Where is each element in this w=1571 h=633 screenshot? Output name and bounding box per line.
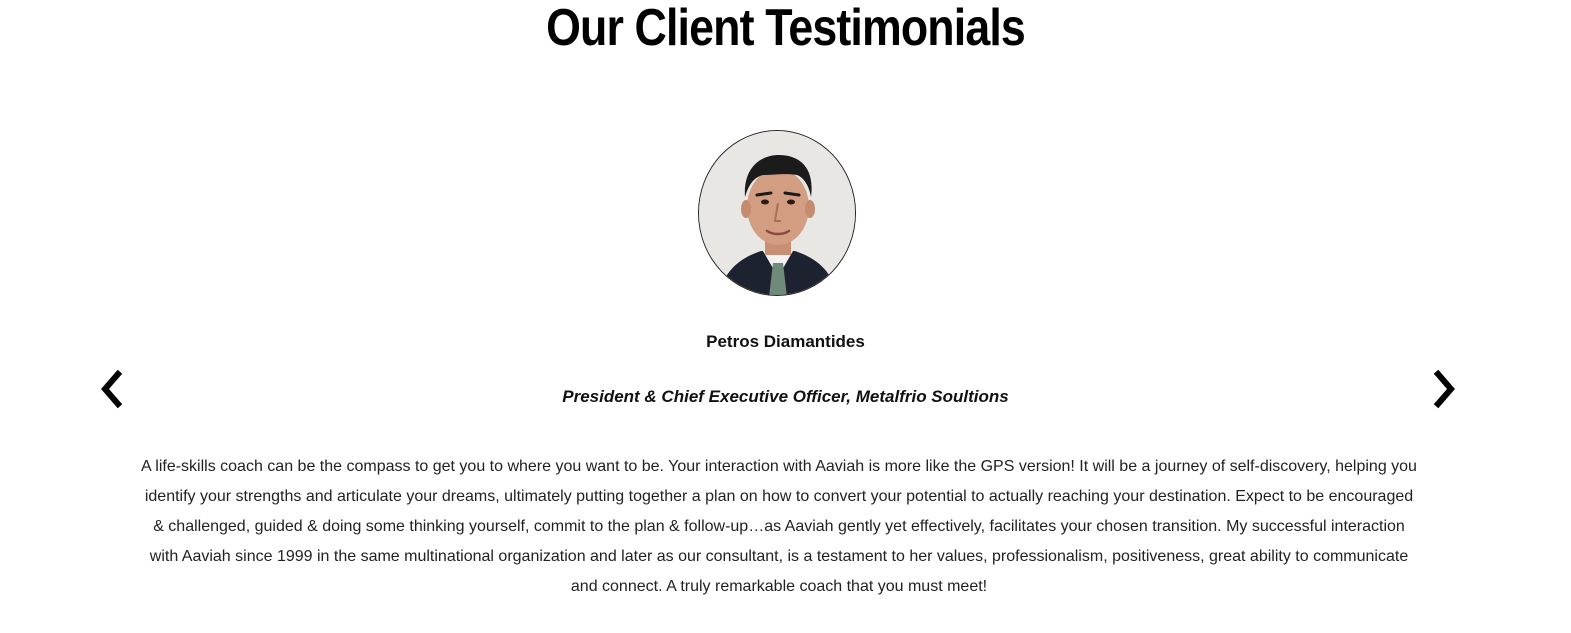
section-title: Our Client Testimonials: [546, 0, 1026, 57]
chevron-right-icon: [1433, 369, 1455, 409]
client-name: Petros Diamantides: [706, 332, 865, 351]
client-avatar: [698, 130, 856, 296]
client-photo: [699, 131, 855, 295]
testimonial-quote: A life-skills coach can be the compass t…: [141, 458, 1417, 595]
client-role: President & Chief Executive Officer, Met…: [562, 387, 1009, 406]
carousel-next-button[interactable]: [1428, 368, 1462, 410]
